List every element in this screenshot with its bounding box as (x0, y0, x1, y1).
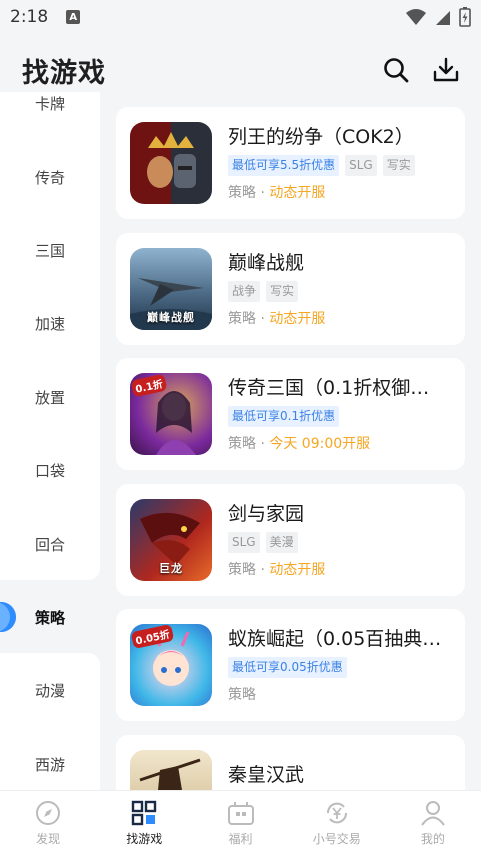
signal-icon (436, 11, 450, 25)
sidebar-item-label: 加速 (34, 314, 65, 333)
wifi-icon (406, 9, 426, 25)
genre-tag: SLG (228, 532, 260, 553)
game-category: 策略 (228, 687, 256, 703)
warrior-silhouette-icon (139, 758, 201, 790)
king-helmet-icon (147, 132, 196, 188)
sidebar-item-idle[interactable]: 放置 (0, 360, 100, 434)
game-icon: 巅峰战舰 (130, 248, 212, 330)
page-title: 找游戏 (22, 57, 106, 89)
nav-welfare[interactable]: 福利 (192, 791, 288, 855)
genre-tag: SLG (345, 155, 377, 176)
search-icon (384, 58, 409, 83)
game-title: 传奇三国（0.1折权御… (228, 377, 430, 399)
game-card[interactable]: 巨龙 剑与家园 SLG 美漫 策略 · 动态开服 (116, 484, 465, 596)
open-status: 动态开服 (269, 562, 326, 578)
game-title: 巅峰战舰 (228, 252, 305, 274)
sidebar-item-label: 策略 (34, 608, 65, 627)
sidebar-item-pocket[interactable]: 口袋 (0, 433, 100, 507)
download-button[interactable] (431, 55, 461, 85)
sidebar-item-journey-west[interactable]: 西游 (0, 727, 100, 790)
sidebar-item-legend[interactable]: 传奇 (0, 140, 100, 214)
nav-label: 发现 (36, 831, 61, 846)
game-card[interactable]: 秦皇汉武 (116, 735, 465, 790)
nav-label: 找游戏 (126, 831, 163, 846)
style-tag: 美漫 (265, 532, 298, 553)
game-category: 策略 (228, 311, 256, 327)
grid-icon (132, 800, 157, 825)
meta-separator: · (256, 562, 270, 578)
nav-label: 福利 (228, 831, 253, 846)
nav-account-trade[interactable]: 小号交易 (289, 791, 385, 855)
game-category: 策略 (228, 185, 256, 201)
game-category: 策略 (228, 436, 256, 452)
category-sidebar: 卡牌 传奇 三国 加速 放置 口袋 回合 策略 动漫 西游 (0, 92, 100, 790)
open-status: 动态开服 (269, 311, 326, 327)
discount-tag: 最低可享5.5折优惠 (228, 155, 340, 176)
sidebar-item-strategy[interactable]: 策略 (0, 580, 100, 654)
sidebar-item-anime[interactable]: 动漫 (0, 653, 100, 727)
meta-separator: · (256, 311, 270, 327)
game-icon: 巨龙 (130, 499, 212, 581)
game-list: 列王的纷争（COK2） 最低可享5.5折优惠 SLG 写实 策略 · 动态开服 … (100, 92, 481, 790)
sidebar-item-label: 口袋 (34, 461, 65, 480)
sidebar-item-label: 西游 (34, 755, 65, 774)
search-button[interactable] (381, 55, 411, 85)
discount-tag: 最低可享0.1折优惠 (228, 406, 340, 427)
status-bar: 2:18 A (0, 0, 481, 34)
sidebar-item-label: 回合 (34, 535, 65, 554)
yuan-exchange-icon (326, 802, 347, 823)
meta-separator: · (256, 185, 270, 201)
compass-icon (36, 800, 61, 825)
sidebar-item-turn-based[interactable]: 回合 (0, 507, 100, 581)
gift-box-icon (227, 801, 254, 825)
game-card[interactable]: 0.05折 蚁族崛起（0.05百抽典… 最低可享0.05折优惠 策略 (116, 609, 465, 721)
game-title: 秦皇汉武 (228, 764, 305, 786)
game-card[interactable]: 列王的纷争（COK2） 最低可享5.5折优惠 SLG 写实 策略 · 动态开服 (116, 107, 465, 219)
nav-discover[interactable]: 发现 (0, 791, 96, 855)
icon-caption: 巅峰战舰 (147, 311, 195, 324)
game-icon (130, 122, 212, 204)
notification-icon: A (66, 10, 81, 24)
icon-caption: 巨龙 (159, 562, 183, 575)
sidebar-item-label: 传奇 (34, 168, 65, 187)
genre-tag: 战争 (228, 281, 261, 302)
game-card[interactable]: 0.1折 传奇三国（0.1折权御… 最低可享0.1折优惠 策略 · 今天 09:… (116, 358, 465, 470)
game-icon: 0.05折 (130, 624, 212, 706)
user-icon (421, 800, 445, 826)
sidebar-item-speedup[interactable]: 加速 (0, 286, 100, 360)
game-card[interactable]: 巅峰战舰 巅峰战舰 战争 写实 策略 · 动态开服 (116, 233, 465, 345)
sidebar-item-cards[interactable]: 卡牌 (0, 92, 100, 140)
game-title: 剑与家园 (228, 503, 305, 525)
sidebar-item-label: 放置 (34, 388, 65, 407)
open-status: 动态开服 (269, 185, 326, 201)
game-icon: 0.1折 (130, 373, 212, 455)
open-status: 今天 09:00开服 (269, 436, 371, 452)
game-title: 蚁族崛起（0.05百抽典… (228, 628, 442, 650)
bottom-nav: 发现 找游戏 福利 小号交易 我的 (0, 790, 481, 855)
sidebar-item-label: 卡牌 (34, 94, 65, 113)
nav-label: 小号交易 (312, 831, 361, 846)
game-title: 列王的纷争（COK2） (228, 126, 414, 148)
nav-label: 我的 (420, 831, 445, 846)
style-tag: 写实 (382, 155, 415, 176)
meta-separator: · (256, 436, 270, 452)
battery-icon (459, 7, 471, 27)
download-icon (433, 57, 459, 82)
active-indicator (0, 602, 16, 632)
style-tag: 写实 (266, 281, 299, 302)
discount-tag: 最低可享0.05折优惠 (228, 657, 347, 678)
sidebar-item-three-kingdoms[interactable]: 三国 (0, 213, 100, 287)
sidebar-item-label: 动漫 (34, 681, 65, 700)
game-category: 策略 (228, 562, 256, 578)
nav-find-games[interactable]: 找游戏 (96, 791, 192, 855)
sidebar-item-label: 三国 (34, 241, 65, 260)
nav-mine[interactable]: 我的 (385, 791, 481, 855)
status-time: 2:18 (10, 7, 49, 27)
game-icon (130, 750, 212, 790)
